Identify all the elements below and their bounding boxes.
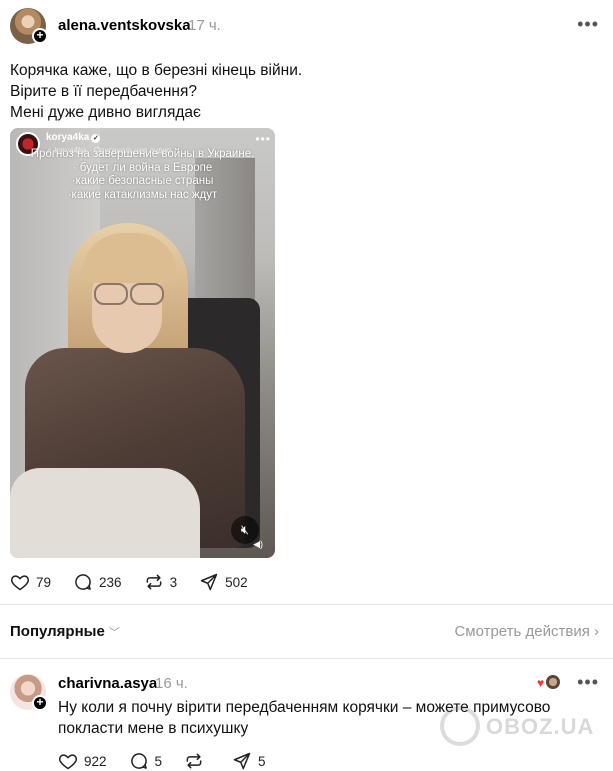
heart-icon [59,754,77,770]
post-time: 17 ч. [188,17,221,34]
sound-icon: ◀) [253,539,263,549]
sort-label: Популярные [10,623,105,640]
chevron-down-icon: ﹀ [108,627,120,639]
like-count: 922 [84,753,107,769]
watermark: OBOZ.UA [440,706,600,746]
like-count: 79 [36,574,52,590]
reply-time: 16 ч. [155,675,188,692]
share-count: 502 [225,574,248,590]
view-activity-link[interactable]: Смотреть действия › [454,623,599,640]
video-caption: Прогноз на завершение войны в Украине. ·… [10,148,275,202]
video-caption-line: ·какие катаклизмы нас ждут [67,188,218,201]
video-more-icon[interactable]: ••• [255,132,271,146]
post-text: Корячка каже, що в березні кінець війни.… [10,60,302,123]
more-icon[interactable]: ••• [577,14,599,35]
repost-button[interactable]: 3 [144,572,178,592]
reply-author-username[interactable]: charivna.asya [58,675,157,692]
post-actions: 79 236 3 502 [10,572,270,592]
like-button[interactable]: 922 [58,751,107,771]
post-text-line: Мені дуже дивно виглядає [10,104,201,121]
comment-count: 5 [154,753,163,769]
comment-icon [75,574,91,590]
chevron-right-icon: › [594,623,599,640]
follow-plus-icon[interactable]: + [32,28,48,44]
heart-icon [11,575,29,591]
sort-dropdown[interactable]: Популярные ﹀ [10,623,120,640]
video-player[interactable]: korya4ka ✓ ♫ korya4ka · Оригинальное ауди… [10,128,275,558]
reply-actions: 922 5 5 [58,751,288,771]
video-caption-line: Прогноз на завершение войны в Украине. [30,148,255,160]
repost-icon [146,574,161,590]
repost-button[interactable] [184,751,210,771]
verified-icon: ✓ [91,134,101,143]
share-button[interactable]: 5 [232,751,266,771]
like-button[interactable]: 79 [10,572,51,592]
more-icon[interactable]: ••• [577,672,599,693]
share-count: 5 [258,753,266,769]
watermark-logo-icon [440,706,480,746]
video-person-glasses [86,283,172,307]
watermark-text: OBOZ.UA [486,714,595,739]
liked-by-author-badge: ♥ [537,674,563,690]
liker-avatar [545,674,561,690]
video-person-pants [10,468,200,558]
share-icon [200,573,218,591]
author-username[interactable]: alena.ventskovska [58,17,191,34]
divider [0,658,613,659]
repost-count: 3 [169,574,178,590]
post-text-line: Корячка каже, що в березні кінець війни. [10,62,303,79]
post-text-line: Вірите в її передбачення? [10,83,197,100]
comment-icon [130,753,147,769]
repost-icon [186,753,202,769]
share-icon [233,752,251,770]
share-button[interactable]: 502 [199,572,248,592]
comment-button[interactable]: 5 [129,751,163,771]
video-author-username[interactable]: korya4ka ✓ [46,132,101,143]
divider [0,604,613,605]
follow-plus-icon[interactable]: + [32,695,48,711]
video-caption-line: · будет ли война в Европе [72,161,213,174]
comment-count: 236 [99,574,122,590]
comment-button[interactable]: 236 [73,572,122,592]
video-caption-line: ·какие безопасные страны [71,175,214,187]
